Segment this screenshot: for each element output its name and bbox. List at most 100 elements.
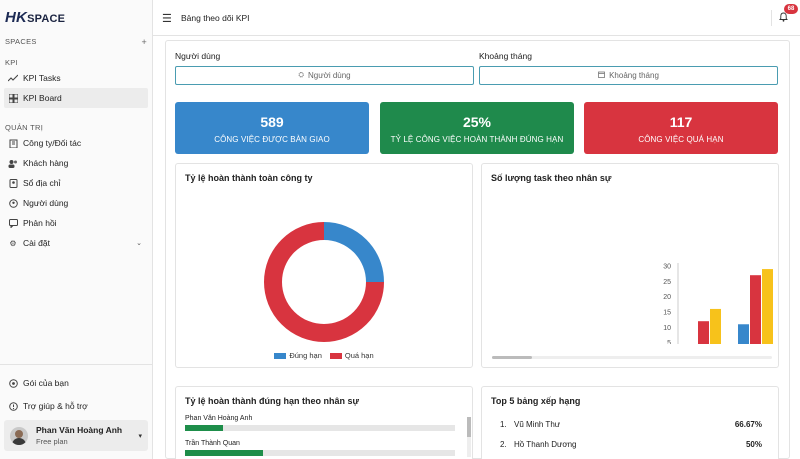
legend-label: Quá hạn: [344, 351, 374, 360]
user-filter-placeholder: Người dùng: [307, 71, 351, 80]
sidebar-item-label: Gói của bạn: [23, 378, 69, 388]
rank-percent: 50%: [745, 440, 762, 449]
y-tick-label: 20: [663, 294, 671, 301]
sidebar-item-help[interactable]: Trợ giúp & hỗ trợ: [4, 396, 148, 416]
grid-icon: [8, 93, 18, 103]
doughnut-chart: [264, 222, 384, 342]
rank-index: 1.: [500, 420, 507, 429]
page-title: Bảng theo dõi KPI: [181, 13, 250, 23]
topbar-divider: [771, 10, 772, 26]
stat-label: TỶ LỆ CÔNG VIỆC HOÀN THÀNH ĐÚNG HẠN: [390, 135, 564, 144]
sidebar-item-kpi-tasks[interactable]: KPI Tasks: [4, 68, 148, 88]
package-icon: [8, 378, 18, 388]
bar[interactable]: [738, 324, 749, 344]
sidebar-item-companies[interactable]: Công ty/Đối tác: [4, 133, 148, 153]
notification-badge: 68: [784, 4, 798, 14]
stat-card-overdue: 117 CÔNG VIỆC QUÁ HẠN: [584, 102, 778, 154]
sidebar-item-feedback[interactable]: Phản hồi: [4, 213, 148, 233]
progress-track: [185, 425, 455, 431]
legend-item-ontime[interactable]: Đúng hạn: [274, 351, 322, 360]
caret-down-icon: ▾: [138, 432, 142, 440]
stat-value: 25%: [462, 114, 492, 130]
user-name: Phan Văn Hoàng Anh: [36, 425, 123, 435]
completion-card: Tỷ lệ hoàn thành toàn công ty Đúng hạn Q…: [175, 163, 473, 368]
sidebar-item-customers[interactable]: Khách hàng: [4, 153, 148, 173]
doughnut-slice-ontime[interactable]: [323, 222, 384, 283]
kpi-section-label: KPI: [5, 58, 18, 67]
stat-value: 117: [669, 114, 693, 130]
sidebar-item-label: Công ty/Đối tác: [23, 138, 82, 148]
sidebar-item-kpi-board[interactable]: KPI Board: [4, 88, 148, 108]
topbar: ☰ Bảng theo dõi KPI 68: [153, 0, 800, 36]
bar[interactable]: [762, 269, 773, 344]
rank-percent: 66.67%: [734, 420, 762, 429]
y-tick-label: 25: [663, 279, 671, 286]
chart-legend: Đúng hạn Quá hạn: [176, 351, 472, 360]
sidebar-item-label: Sổ địa chỉ: [23, 178, 61, 188]
logo-prefix: HK: [5, 9, 28, 26]
range-filter-placeholder: Khoảng tháng: [609, 71, 659, 80]
user-menu[interactable]: Phan Văn Hoàng Anh Free plan ▾: [4, 420, 148, 451]
ontime-row: Phan Văn Hoàng Anh: [185, 415, 455, 431]
rank-row: 1. Vũ Minh Thư 66.67%: [500, 420, 762, 429]
progress-fill: [185, 425, 223, 431]
calendar-icon: [598, 71, 605, 80]
scrollbar-thumb[interactable]: [492, 356, 532, 359]
logo-suffix: SPACE: [27, 13, 66, 25]
tasks-card: Số lượng task theo nhân sự 051015202530P…: [481, 163, 779, 368]
rank-name: Vũ Minh Thư: [514, 420, 561, 429]
spaces-header: SPACES +: [5, 37, 147, 47]
card-title: Top 5 bảng xếp hạng: [491, 396, 581, 406]
building-icon: [8, 138, 18, 148]
stat-card-ontime-rate: 25% TỶ LỆ CÔNG VIỆC HOÀN THÀNH ĐÚNG HẠN: [380, 102, 574, 154]
app-logo[interactable]: HK SPACE: [5, 9, 65, 26]
progress-track: [185, 450, 455, 456]
progress-fill: [185, 450, 264, 456]
spaces-label: SPACES: [5, 37, 37, 46]
help-icon: [8, 401, 18, 411]
legend-label: Đúng hạn: [289, 351, 322, 360]
trend-icon: [8, 73, 18, 83]
user-filter-label: Người dùng: [175, 51, 221, 61]
sidebar-item-package[interactable]: Gói của bạn: [4, 373, 148, 393]
sidebar-item-label: Người dùng: [23, 198, 69, 208]
sidebar-item-settings[interactable]: ⚙ Cài đặt ⌄: [4, 233, 148, 253]
rank-row: 2. Hồ Thanh Dương 50%: [500, 440, 762, 449]
sidebar-item-label: KPI Board: [23, 93, 62, 103]
staff-name: Phan Văn Hoàng Anh: [185, 415, 253, 422]
bar[interactable]: [710, 308, 721, 344]
sidebar-item-users[interactable]: Người dùng: [4, 193, 148, 213]
gear-icon: ⚙: [9, 238, 17, 248]
address-book-icon: [8, 178, 18, 188]
rank-index: 2.: [500, 440, 507, 449]
person-icon: ⛭: [298, 71, 304, 79]
sidebar-item-label: Khách hàng: [23, 158, 69, 168]
y-tick-label: 5: [667, 340, 671, 344]
sidebar-item-address-book[interactable]: Sổ địa chỉ: [4, 173, 148, 193]
range-filter-label: Khoảng tháng: [479, 51, 532, 61]
user-plan: Free plan: [36, 437, 68, 446]
y-tick-label: 30: [663, 264, 671, 271]
menu-icon[interactable]: ☰: [162, 12, 172, 25]
feedback-icon: [8, 218, 18, 228]
bar[interactable]: [750, 275, 761, 344]
scrollbar-thumb[interactable]: [467, 417, 471, 437]
chevron-down-icon: ⌄: [136, 240, 142, 247]
rank-name: Hồ Thanh Dương: [514, 440, 577, 449]
bar[interactable]: [698, 321, 709, 344]
sidebar-item-label: KPI Tasks: [23, 73, 61, 83]
list-scrollbar[interactable]: [467, 417, 471, 457]
user-icon: [8, 198, 18, 208]
chart-scrollbar[interactable]: [492, 356, 772, 359]
main-content: Người dùng ⛭ Người dùng Khoảng tháng Kho…: [165, 40, 790, 459]
add-space-button[interactable]: +: [141, 37, 147, 47]
admin-section-label: QUẢN TRỊ: [5, 123, 44, 132]
legend-item-overdue[interactable]: Quá hạn: [329, 351, 374, 360]
user-filter-input[interactable]: ⛭ Người dùng: [175, 66, 474, 85]
range-filter-input[interactable]: Khoảng tháng: [479, 66, 778, 85]
sidebar-item-label: Phản hồi: [23, 218, 57, 228]
y-tick-label: 10: [663, 325, 671, 332]
top5-card: Top 5 bảng xếp hạng 1. Vũ Minh Thư 66.67…: [481, 386, 779, 459]
stat-card-assigned: 589 CÔNG VIỆC ĐƯỢC BÀN GIAO: [175, 102, 369, 154]
stat-label: CÔNG VIỆC ĐƯỢC BÀN GIAO: [214, 135, 330, 144]
